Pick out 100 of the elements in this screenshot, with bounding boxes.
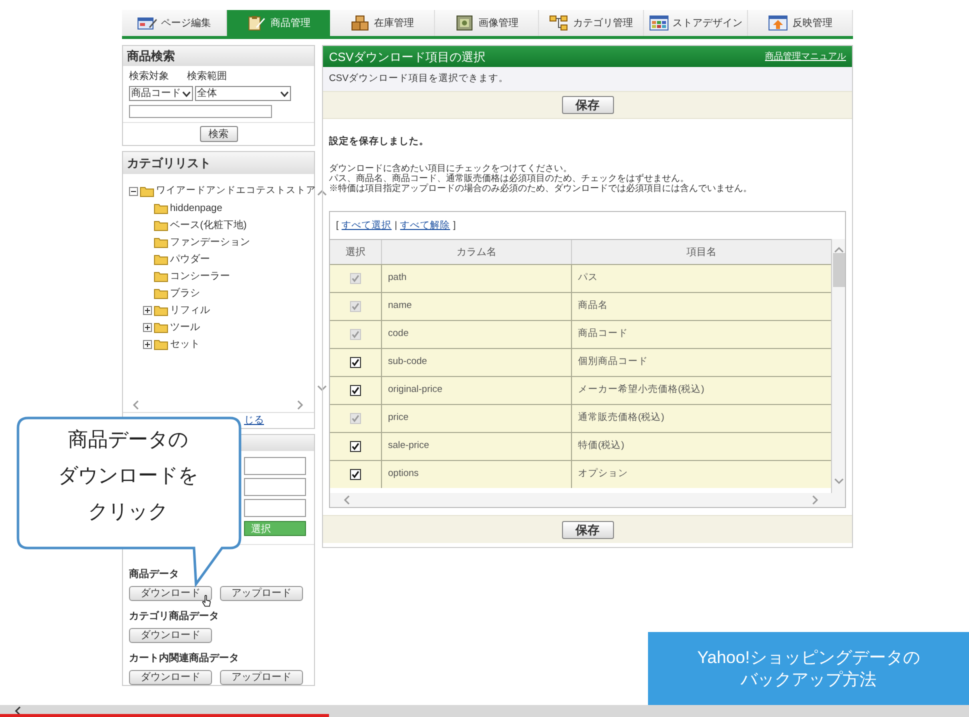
action-button[interactable]: ダウンロード (129, 628, 212, 643)
hierarchy-icon (549, 15, 570, 31)
action-button[interactable]: アップロード (220, 670, 303, 685)
table-cell: 特価(税込) (578, 440, 624, 452)
dropdown[interactable]: 全体 (195, 86, 291, 101)
checkbox[interactable] (350, 469, 361, 480)
table-cell: メーカー希望小売価格(税込) (578, 384, 704, 396)
folder-icon (154, 236, 168, 248)
action-button[interactable]: アップロード (220, 586, 303, 601)
folder-icon (154, 322, 168, 333)
panel-title: カテゴリリスト (123, 152, 314, 174)
instruction-text: ※特価は項目指定アップロードの場合のみ必須のため、ダウンロードでは必須項目には含んでいません。 (329, 183, 753, 194)
folder-icon (154, 338, 168, 350)
expand-icon[interactable] (143, 340, 152, 349)
tree-item[interactable]: ファンデーション (170, 234, 250, 250)
table-cell: 個別商品コード (578, 356, 648, 368)
table-cell: original-price (388, 384, 442, 396)
tree-item[interactable]: ツール (170, 320, 200, 335)
scrollbar-thumb[interactable] (832, 253, 844, 288)
table-cell: options (388, 468, 419, 480)
input-field[interactable] (244, 457, 306, 475)
instruction-text: パス、商品名、商品コード、通常販売価格は必須項目のため、チェックをはずせません。 (329, 173, 690, 184)
action-button[interactable]: ダウンロード (129, 586, 212, 601)
checkbox[interactable] (350, 385, 361, 396)
success-message: 設定を保存しました。 (329, 135, 430, 149)
page-title: CSVダウンロード項目の選択 (329, 48, 486, 66)
deselect-all-link[interactable]: すべて解除 (400, 218, 450, 233)
section-title: カテゴリ商品データ (129, 609, 219, 624)
field-label: 検索範囲 (187, 70, 227, 84)
dropdown[interactable]: 商品コード (129, 86, 193, 101)
table-cell: パス (578, 272, 598, 284)
nav-tab[interactable]: 在庫管理 (330, 10, 435, 36)
folder-icon (140, 186, 154, 197)
table-cell: name (388, 300, 412, 312)
table-cell: 商品名 (578, 300, 608, 312)
table-cell: 通常販売価格(税込) (578, 412, 664, 424)
nav-tab[interactable]: 商品管理 (226, 10, 330, 36)
grid-window-icon (648, 15, 669, 31)
window-pencil-icon (136, 15, 157, 31)
bracket-text: ] (453, 218, 456, 233)
vertical-scrollbar[interactable] (831, 239, 845, 494)
close-link[interactable]: じる (244, 413, 264, 428)
callout-text: ダウンロードを (58, 464, 198, 489)
tree-item[interactable]: セット (170, 336, 200, 352)
table-cell: sub-code (388, 356, 428, 368)
table-cell: 商品コード (578, 328, 628, 340)
chevron-left-icon[interactable] (14, 706, 22, 716)
folder-icon (154, 254, 168, 265)
column-header: 項目名 (686, 246, 718, 260)
tree-item[interactable]: hiddenpage (170, 200, 222, 216)
action-button[interactable]: ダウンロード (129, 670, 212, 685)
callout-text: 商品データの (68, 428, 188, 453)
search-button[interactable]: 検索 (200, 126, 238, 142)
upload-window-icon (768, 15, 788, 31)
section-title: カート内関連商品データ (129, 651, 239, 666)
tree-item[interactable]: ベース(化粧下地) (170, 218, 247, 233)
table-cell: price (388, 412, 409, 424)
tree-item[interactable]: パウダー (170, 252, 210, 267)
description-text: CSVダウンロード項目を選択できます。 (329, 72, 509, 86)
nav-tab[interactable]: 画像管理 (434, 10, 540, 36)
expand-icon[interactable] (143, 322, 152, 332)
picture-frame-icon (454, 15, 475, 31)
input-field[interactable] (244, 499, 306, 517)
hand-cursor-icon (202, 595, 211, 607)
nav-tab[interactable]: カテゴリ管理 (539, 10, 644, 36)
chevron-down-icon (182, 90, 191, 96)
clipboard-pencil-icon (246, 15, 266, 31)
search-field[interactable] (129, 105, 272, 118)
boxes-icon (350, 15, 370, 31)
nav-tab[interactable]: 反映管理 (748, 10, 854, 36)
bracket-text: [ (336, 218, 339, 233)
select-all-link[interactable]: すべて選択 (342, 218, 392, 233)
table-cell: path (388, 272, 406, 284)
chevron-down-icon (280, 90, 289, 96)
field-label: 検索対象 (129, 70, 169, 84)
instruction-text: ダウンロードに含めたい項目にチェックをつけてください。 (329, 163, 573, 174)
table-cell: オプション (578, 468, 628, 480)
table-cell: code (388, 328, 409, 340)
checkbox[interactable] (350, 357, 361, 368)
manual-link[interactable]: 商品管理マニュアル (765, 50, 846, 64)
folder-icon (154, 220, 168, 231)
callout-text: クリック (88, 500, 168, 525)
panel-title: 商品検索 (123, 46, 314, 66)
tree-item[interactable]: リフィル (170, 302, 210, 318)
folder-icon (154, 288, 168, 299)
separator-text: | (394, 218, 398, 233)
input-field[interactable] (244, 478, 306, 496)
nav-tab[interactable]: ストアデザイン (644, 10, 748, 36)
tree-item[interactable]: ブラシ (170, 286, 200, 301)
section-title: 商品データ (129, 567, 179, 582)
table-cell: sale-price (388, 440, 430, 452)
save-button[interactable]: 保存 (562, 520, 614, 538)
tree-item[interactable]: コンシーラー (170, 268, 230, 284)
nav-tab[interactable]: ページ編集 (122, 10, 227, 36)
checkbox[interactable] (350, 441, 361, 452)
expand-icon[interactable] (143, 306, 152, 315)
collapse-icon[interactable] (129, 186, 138, 196)
tree-item[interactable]: ワイアードアンドエコテストストア (156, 184, 316, 198)
save-button[interactable]: 保存 (562, 96, 614, 114)
folder-icon (154, 304, 168, 316)
